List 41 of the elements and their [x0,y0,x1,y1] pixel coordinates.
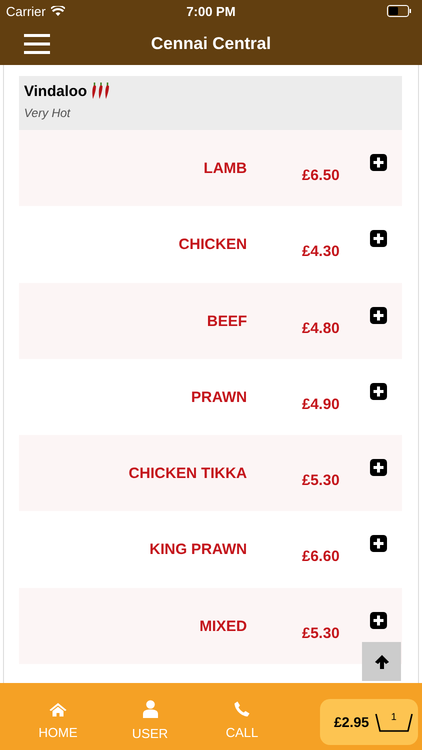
add-icon[interactable] [370,306,387,324]
item-price: £4.80 [302,320,340,337]
section-title: Vindaloo [24,82,88,100]
section-subtitle: Very Hot [24,106,72,120]
add-icon[interactable] [370,154,387,171]
carrier-label: Carrier [6,4,46,18]
item-price: £5.30 [302,472,340,490]
add-icon[interactable] [370,535,387,552]
item-name: KING PRAWN [150,541,247,558]
item-price: £4.90 [302,396,340,413]
item-price: £6.60 [302,548,340,566]
tab-button[interactable]: CALL [196,693,288,740]
scroll-top-button[interactable] [362,642,401,681]
add-icon[interactable] [370,382,387,400]
item-name: MIXED [199,618,247,635]
clock-time: 7:00 PM [185,4,237,18]
battery-icon [387,5,412,17]
item-price: £5.30 [302,624,340,642]
item-name: PRAWN [191,388,247,406]
item-name: CHICKEN [178,236,247,254]
tab-button[interactable]: HOME [12,694,104,740]
add-icon[interactable] [370,459,387,476]
phone-icon [234,701,250,717]
cart-total: £2.95 [334,714,370,730]
cart-button[interactable]: £2.95 1 [320,698,418,744]
user-icon [142,700,158,718]
tab-button[interactable]: USER [104,692,196,741]
item-name: LAMB [204,160,247,177]
app-title: Cennai Central [150,34,272,54]
add-icon[interactable] [370,230,387,248]
item-name: CHICKEN TIKKA [128,465,247,482]
wifi-icon [50,6,65,16]
cart-count: 1 [391,712,397,722]
arrow-up-icon [374,654,390,670]
chili-peppers-icon [91,82,112,100]
item-price: £4.30 [302,243,340,260]
item-name: BEEF [206,312,247,330]
add-icon[interactable] [370,612,387,629]
home-icon [49,702,67,716]
item-price: £6.50 [302,167,340,184]
menu-icon[interactable] [24,34,50,54]
